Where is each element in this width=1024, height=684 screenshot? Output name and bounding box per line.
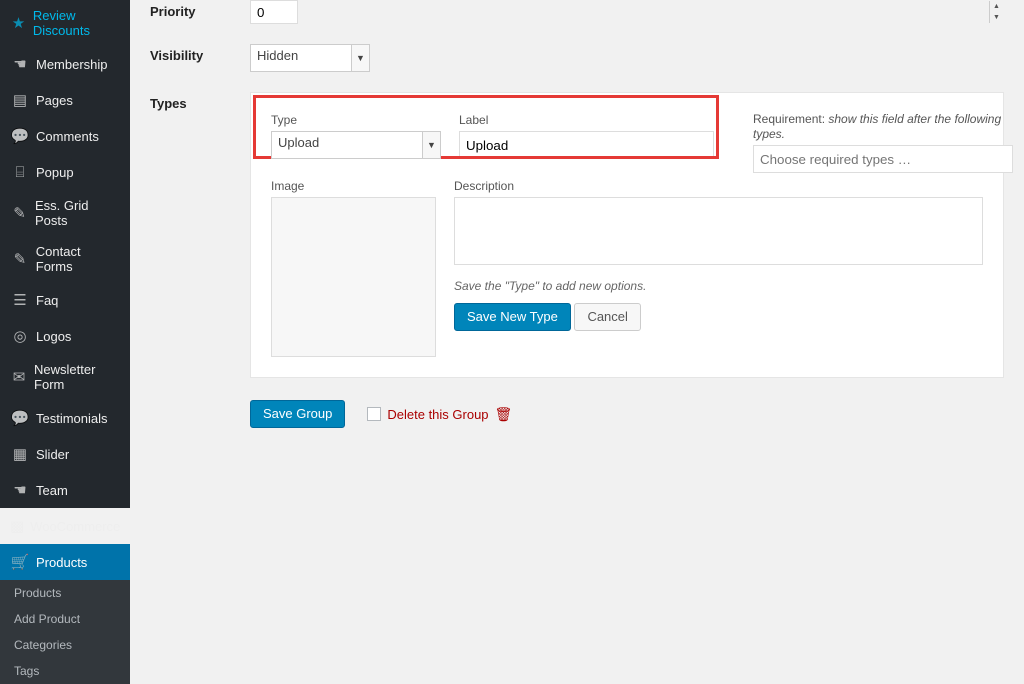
submenu-item-add-product[interactable]: Add Product [0, 606, 130, 632]
types-panel: Type Upload ▼ Label [250, 92, 1004, 378]
sidebar-item-testimonials[interactable]: 💬 Testimonials [0, 400, 130, 436]
label-input[interactable] [459, 131, 714, 159]
sidebar-item-label: Logos [36, 329, 71, 344]
sidebar-item-label: Contact Forms [36, 244, 120, 274]
priority-stepper[interactable]: ▲▼ [989, 1, 1003, 23]
type-select[interactable]: Upload ▼ [271, 131, 441, 159]
sidebar-item-label: Slider [36, 447, 69, 462]
sidebar-item-label: Testimonials [36, 411, 108, 426]
label-field-label: Label [459, 113, 714, 127]
menu-icon: ✎ [10, 249, 30, 269]
menu-icon: ▤ [10, 90, 30, 110]
menu-icon: ◎ [10, 326, 30, 346]
sidebar-item-label: Comments [36, 129, 99, 144]
sidebar-item-comments[interactable]: 💬 Comments [0, 118, 130, 154]
types-label: Types [150, 92, 250, 111]
priority-label: Priority [150, 0, 250, 19]
menu-icon: ▦ [10, 444, 30, 464]
products-submenu: ProductsAdd ProductCategoriesTags [0, 580, 130, 684]
sidebar-item-label: Popup [36, 165, 74, 180]
save-new-type-button[interactable]: Save New Type [454, 303, 571, 331]
description-textarea[interactable] [454, 197, 983, 265]
description-field-label: Description [454, 179, 983, 193]
sidebar-item-logos[interactable]: ◎ Logos [0, 318, 130, 354]
type-field-label: Type [271, 113, 441, 127]
admin-sidebar: ★Review Discounts☚Membership▤Pages💬Comme… [0, 0, 130, 508]
sidebar-item-ess-grid-posts[interactable]: ✎ Ess. Grid Posts [0, 190, 130, 236]
requirement-label: Requirement: show this field after the f… [753, 112, 1001, 141]
menu-icon: ✉ [10, 367, 28, 387]
priority-input[interactable] [250, 0, 298, 24]
sidebar-item-faq[interactable]: ☰ Faq [0, 282, 130, 318]
save-type-hint: Save the "Type" to add new options. [454, 279, 983, 293]
type-value: Upload [278, 135, 319, 150]
menu-icon: ▩ [10, 516, 24, 536]
sidebar-item-team[interactable]: ☚ Team [0, 472, 130, 508]
requirement-block: Requirement: show this field after the f… [753, 111, 1013, 173]
main-content: Priority ▲▼ Visibility Hidden ▼ Types [130, 0, 1024, 508]
submenu-item-products[interactable]: Products [0, 580, 130, 606]
menu-icon: ★ [10, 13, 27, 33]
sidebar-item-label: Products [36, 555, 87, 570]
cancel-button[interactable]: Cancel [574, 303, 640, 331]
sidebar-item-review-discounts[interactable]: ★ Review Discounts [0, 0, 130, 46]
sidebar-item-label: Pages [36, 93, 73, 108]
menu-icon: ☚ [10, 480, 30, 500]
sidebar-item-label: Membership [36, 57, 108, 72]
chevron-down-icon: ▼ [351, 45, 369, 71]
image-upload-box[interactable] [271, 197, 436, 357]
menu-icon: ⌸ [10, 162, 30, 182]
delete-group-link[interactable]: Delete this Group 🗑 [367, 406, 512, 423]
sidebar-item-woocommerce[interactable]: ▩ WooCommerce [0, 508, 130, 544]
sidebar-item-label: Faq [36, 293, 58, 308]
submenu-item-tags[interactable]: Tags [0, 658, 130, 684]
visibility-select[interactable]: Hidden ▼ [250, 44, 370, 72]
requirement-input[interactable] [753, 145, 1013, 173]
sidebar-item-label: Ess. Grid Posts [35, 198, 120, 228]
menu-icon: 💬 [10, 126, 30, 146]
chevron-down-icon: ▼ [422, 132, 440, 158]
visibility-value: Hidden [257, 48, 298, 63]
trash-icon: 🗑 [495, 406, 513, 423]
image-field-label: Image [271, 179, 436, 193]
delete-group-checkbox[interactable] [367, 407, 381, 421]
menu-icon: ☚ [10, 54, 30, 74]
menu-icon: ☰ [10, 290, 30, 310]
menu-icon: 🛒 [10, 552, 30, 572]
sidebar-item-slider[interactable]: ▦ Slider [0, 436, 130, 472]
submenu-item-categories[interactable]: Categories [0, 632, 130, 658]
sidebar-item-label: Newsletter Form [34, 362, 120, 392]
sidebar-item-contact-forms[interactable]: ✎ Contact Forms [0, 236, 130, 282]
sidebar-item-popup[interactable]: ⌸ Popup [0, 154, 130, 190]
menu-icon: ✎ [10, 203, 29, 223]
sidebar-item-pages[interactable]: ▤ Pages [0, 82, 130, 118]
sidebar-item-label: Review Discounts [33, 8, 120, 38]
save-group-button[interactable]: Save Group [250, 400, 345, 428]
visibility-label: Visibility [150, 44, 250, 63]
sidebar-item-label: Team [36, 483, 68, 498]
sidebar-item-membership[interactable]: ☚ Membership [0, 46, 130, 82]
sidebar-item-products[interactable]: 🛒 Products [0, 544, 130, 580]
sidebar-item-label: WooCommerce [30, 519, 120, 534]
sidebar-item-newsletter-form[interactable]: ✉ Newsletter Form [0, 354, 130, 400]
menu-icon: 💬 [10, 408, 30, 428]
